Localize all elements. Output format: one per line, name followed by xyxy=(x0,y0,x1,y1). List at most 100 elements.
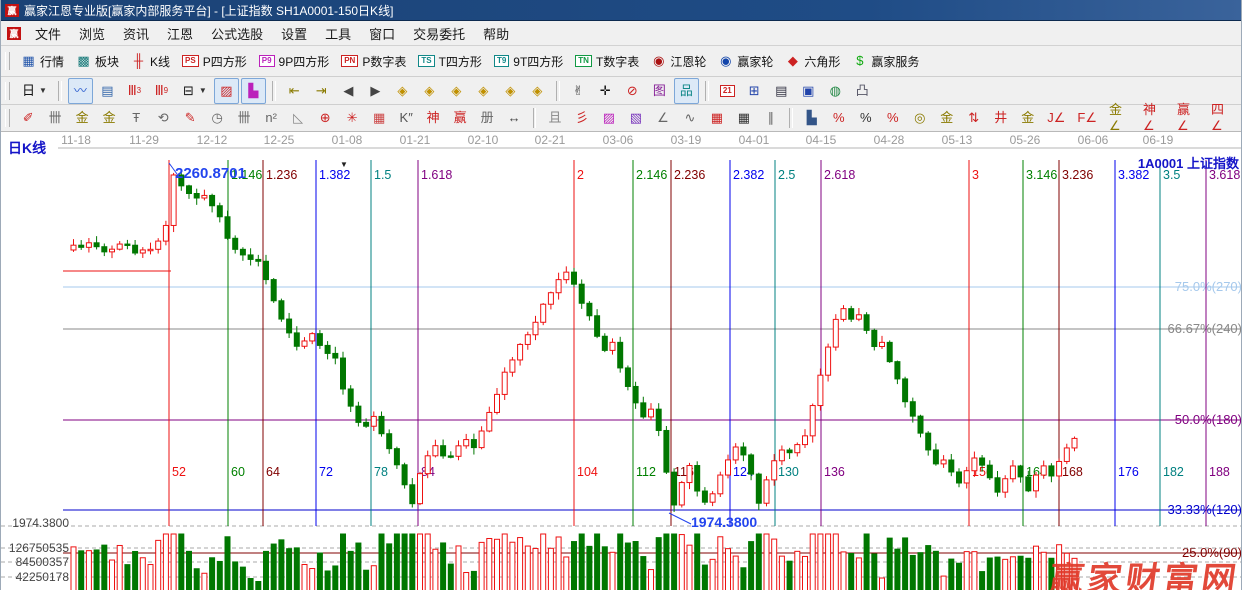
winner-wheel-button[interactable]: ◉赢家轮 xyxy=(713,48,778,74)
9t-square-button[interactable]: T99T四方形 xyxy=(489,48,568,74)
frame-grid-button[interactable]: 且 xyxy=(542,105,567,131)
f-angle-button[interactable]: F∠ xyxy=(1072,105,1102,131)
angle-set-button[interactable]: ∠ xyxy=(650,105,675,131)
grid-target-button[interactable]: ▦ xyxy=(367,105,392,131)
shaded-box-button[interactable]: ▨ xyxy=(596,105,621,131)
n-square-button[interactable]: n² xyxy=(259,105,284,131)
toolbar-handle[interactable] xyxy=(5,109,10,127)
last-page-button[interactable]: ⇥ xyxy=(309,78,334,104)
save-button[interactable]: ▣ xyxy=(796,78,821,104)
menu-news[interactable]: 资讯 xyxy=(114,22,158,45)
gold-flat-button[interactable]: 金 xyxy=(934,105,959,131)
wave-button[interactable]: ∿ xyxy=(677,105,702,131)
gann-shift-right-button[interactable]: ◈ xyxy=(417,78,442,104)
dark-grid-button[interactable]: ▦ xyxy=(731,105,756,131)
spiral-button[interactable]: ⟲ xyxy=(151,105,176,131)
f10-info-button[interactable]: ▤ xyxy=(95,78,120,104)
p-square-button[interactable]: PSP四方形 xyxy=(177,48,252,74)
ruler-scale-button[interactable]: 册 xyxy=(475,105,500,131)
ying-tool-button[interactable]: 赢 xyxy=(448,105,473,131)
next-page-button[interactable]: ▶ xyxy=(363,78,388,104)
brush-tool-button[interactable]: ✐ xyxy=(16,105,41,131)
updown-button[interactable]: ⇅ xyxy=(961,105,986,131)
volume-view-button[interactable]: ▙ xyxy=(241,78,266,104)
hatch-box-button[interactable]: ▧ xyxy=(623,105,648,131)
gann-shift-left-button[interactable]: ◈ xyxy=(390,78,415,104)
gold-section-alt-button[interactable]: 金 xyxy=(97,105,122,131)
pan-hand-button[interactable]: ✌ xyxy=(566,78,591,104)
kline-button[interactable]: ╫K线 xyxy=(126,48,175,74)
gold-angle2-button[interactable]: 金∠ xyxy=(1104,105,1136,131)
gann-expand-button[interactable]: ◈ xyxy=(498,78,523,104)
chart-pattern-button[interactable]: 图 xyxy=(647,78,672,104)
candle-style-dropdown[interactable]: ⊟▼ xyxy=(176,78,212,104)
ying-angle-button[interactable]: 赢∠ xyxy=(1172,105,1204,131)
bars-9-button[interactable]: Ⅲ9 xyxy=(149,78,174,104)
circle-cross-button[interactable]: ⊕ xyxy=(313,105,338,131)
time-chart-button[interactable]: 〰 xyxy=(68,78,93,104)
menu-gann[interactable]: 江恩 xyxy=(158,22,202,45)
percent-plain-button[interactable]: % xyxy=(853,105,878,131)
quotes-button[interactable]: ▦行情 xyxy=(16,48,69,74)
calculator-button[interactable]: ⊞ xyxy=(742,78,767,104)
toolbar-handle[interactable] xyxy=(5,52,10,70)
chart-area[interactable]: 11-1811-2912-1212-2501-0801-2102-1002-21… xyxy=(1,132,1242,590)
zoom-disable-button[interactable]: ⊘ xyxy=(620,78,645,104)
shen-angle-button[interactable]: 神∠ xyxy=(1138,105,1170,131)
calendar-button[interactable]: 21 xyxy=(715,78,740,104)
time-circle-button[interactable]: ◷ xyxy=(205,105,230,131)
tally-grid-button[interactable]: 卌 xyxy=(43,105,68,131)
tally-grid2-button[interactable]: 卌 xyxy=(232,105,257,131)
j-angle-button[interactable]: J∠ xyxy=(1042,105,1070,131)
print-button[interactable]: 凸 xyxy=(850,78,875,104)
menu-settings[interactable]: 设置 xyxy=(272,22,316,45)
web-resource-button[interactable]: ◍ xyxy=(823,78,848,104)
shen-tool-button[interactable]: 神 xyxy=(421,105,446,131)
menu-file[interactable]: 文件 xyxy=(26,22,70,45)
percent-line-button[interactable]: % xyxy=(880,105,905,131)
percent-red-button[interactable]: % xyxy=(826,105,851,131)
bars-3-button[interactable]: Ⅲ3 xyxy=(122,78,147,104)
notes-button[interactable]: ▤ xyxy=(769,78,794,104)
toolbar-handle[interactable] xyxy=(5,82,10,100)
gold-angle-button[interactable]: 金 xyxy=(1015,105,1040,131)
net-grid-button[interactable]: 井 xyxy=(988,105,1013,131)
gann-stretch-button[interactable]: ◈ xyxy=(444,78,469,104)
kline-mark-button[interactable]: K″ xyxy=(394,105,419,131)
gold-circle-button[interactable]: ◎ xyxy=(907,105,932,131)
gann-fit-button[interactable]: ◈ xyxy=(525,78,550,104)
prev-page-button[interactable]: ◀ xyxy=(336,78,361,104)
gold-section-button[interactable]: 金 xyxy=(70,105,95,131)
ray-fan-button[interactable]: 彡 xyxy=(569,105,594,131)
9p-square-button[interactable]: P99P四方形 xyxy=(254,48,334,74)
crosshair-button[interactable]: ✛ xyxy=(593,78,618,104)
red-grid-button[interactable]: ▦ xyxy=(704,105,729,131)
menu-browse[interactable]: 浏览 xyxy=(70,22,114,45)
mirror-angle-button[interactable]: ◺ xyxy=(286,105,311,131)
gann-wheel-button[interactable]: ◉江恩轮 xyxy=(646,48,711,74)
four-angle-button[interactable]: 四∠ xyxy=(1206,105,1238,131)
p-number-table-button[interactable]: PNP数字表 xyxy=(336,48,411,74)
star-rays-button[interactable]: ✳ xyxy=(340,105,365,131)
pattern-view-button[interactable]: ▨ xyxy=(214,78,239,104)
sectors-button[interactable]: ▩板块 xyxy=(71,48,124,74)
f-level-button[interactable]: Ŧ xyxy=(124,105,149,131)
period-day-dropdown[interactable]: 日▼ xyxy=(16,78,52,104)
hexagon-button[interactable]: ◆六角形 xyxy=(780,48,845,74)
gann-compress-button[interactable]: ◈ xyxy=(471,78,496,104)
t-square-button[interactable]: TST四方形 xyxy=(413,48,487,74)
brush-angle-button[interactable]: ✎ xyxy=(178,105,203,131)
menu-window[interactable]: 窗口 xyxy=(360,22,404,45)
menu-tools[interactable]: 工具 xyxy=(316,22,360,45)
winner-service-button[interactable]: $赢家服务 xyxy=(847,48,924,74)
span-arrow-button[interactable]: ↔ xyxy=(502,105,527,131)
menu-formula-stock-pick[interactable]: 公式选股 xyxy=(202,22,272,45)
t-number-table-button[interactable]: TNT数字表 xyxy=(570,48,644,74)
volume-stat-button[interactable]: ▙ xyxy=(799,105,824,131)
menu-trade-order[interactable]: 交易委托 xyxy=(404,22,474,45)
parallel-button[interactable]: ∥ xyxy=(758,105,783,131)
kline-chart[interactable]: 11-1811-2912-1212-2501-0801-2102-1002-21… xyxy=(1,132,1242,590)
cluster-button[interactable]: 品 xyxy=(674,78,699,104)
menu-help[interactable]: 帮助 xyxy=(474,22,518,45)
first-page-button[interactable]: ⇤ xyxy=(282,78,307,104)
